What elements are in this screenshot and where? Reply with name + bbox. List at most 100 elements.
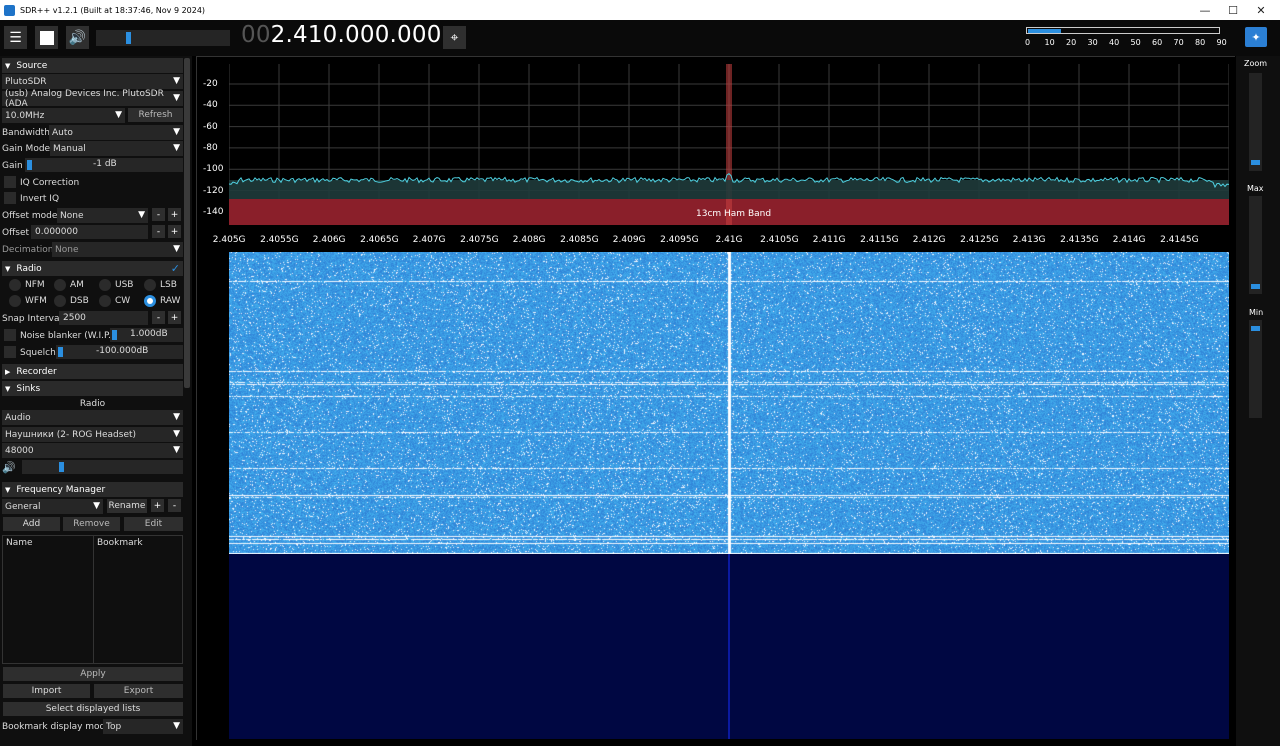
decimation-select[interactable]: None ▼ [52, 242, 183, 257]
sink-rate-select[interactable]: 48000 ▼ [2, 443, 183, 458]
snr-tick-label: 10 [1044, 38, 1055, 47]
zoom-knob[interactable] [1251, 160, 1260, 165]
sink-device-select[interactable]: Наушники (2- ROG Headset) ▼ [2, 427, 183, 442]
offset-mode-select[interactable]: None ▼ [57, 208, 148, 223]
sdrpp-logo-icon[interactable]: ✦ [1245, 27, 1267, 47]
squelch-slider[interactable]: -100.000dB [56, 345, 183, 359]
import-button[interactable]: Import [3, 684, 90, 698]
max-label: Max [1247, 184, 1264, 193]
min-knob[interactable] [1251, 326, 1260, 331]
offset-minus-button[interactable]: - [152, 225, 165, 238]
gain-slider[interactable]: -1 dB [25, 158, 183, 172]
x-tick-label: 2.4095G [660, 235, 699, 245]
source-header-label: Source [16, 60, 48, 71]
bandwidth-select[interactable]: Auto ▼ [49, 125, 183, 140]
snr-tick-label: 80 [1195, 38, 1206, 47]
decimation-value: None [55, 244, 79, 255]
max-knob[interactable] [1251, 284, 1260, 289]
max-slider[interactable] [1249, 196, 1262, 294]
menu-icon[interactable]: ☰ [4, 26, 27, 49]
device-select[interactable]: (usb) Analog Devices Inc. PlutoSDR (ADA ▼ [2, 89, 183, 109]
volume-knob[interactable] [126, 32, 131, 44]
stop-button[interactable] [35, 26, 58, 49]
menu-scrollbar[interactable] [184, 58, 190, 388]
offset-mode-plus-button[interactable]: + [168, 208, 181, 221]
iq-correction-checkbox[interactable] [4, 176, 16, 188]
offset-mode-minus-button[interactable]: - [152, 208, 165, 221]
noise-blanker-knob[interactable] [112, 330, 117, 340]
invert-iq-checkbox[interactable] [4, 192, 16, 204]
squelch-checkbox[interactable] [4, 346, 16, 358]
freqmgr-header[interactable]: ▼ Frequency Manager [2, 482, 183, 497]
edit-bookmark-button[interactable]: Edit [124, 517, 183, 531]
min-slider[interactable] [1249, 320, 1262, 418]
frequency-value[interactable]: 2.410.000.000 [271, 22, 442, 48]
column-bookmark[interactable]: Bookmark [94, 536, 143, 550]
minimize-button[interactable]: — [1190, 0, 1220, 20]
zoom-slider[interactable] [1249, 73, 1262, 171]
waterfall[interactable] [229, 252, 1229, 554]
export-button[interactable]: Export [94, 684, 183, 698]
squelch-knob[interactable] [58, 347, 63, 357]
invert-iq-label: Invert IQ [20, 193, 60, 204]
speaker-icon[interactable]: 🔊 [66, 26, 89, 49]
remove-bookmark-button[interactable]: Remove [63, 517, 120, 531]
iq-correction-row: IQ Correction [20, 175, 140, 190]
waterfall-empty[interactable] [229, 554, 1229, 739]
apply-button[interactable]: Apply [3, 667, 183, 681]
radio-mode-nfm[interactable] [9, 279, 21, 291]
add-bookmark-button[interactable]: Add [3, 517, 60, 531]
sinks-header[interactable]: ▼ Sinks [2, 381, 183, 396]
radio-header[interactable]: ▼ Radio ✓ [2, 261, 183, 276]
sink-volume-slider[interactable] [22, 460, 183, 474]
column-name[interactable]: Name [3, 536, 33, 550]
radio-mode-usb[interactable] [99, 279, 111, 291]
snr-tick-label: 20 [1066, 38, 1077, 47]
x-tick-label: 2.4075G [460, 235, 499, 245]
radio-mode-am[interactable] [54, 279, 66, 291]
center-tuning-icon[interactable]: ⌖ [443, 26, 466, 49]
vfo-marker[interactable] [726, 64, 732, 225]
refresh-button[interactable]: Refresh [128, 108, 183, 122]
radio-mode-wfm[interactable] [9, 295, 21, 307]
recorder-header-label: Recorder [16, 366, 57, 377]
radio-mode-dsb[interactable] [54, 295, 66, 307]
maximize-button[interactable]: ☐ [1218, 0, 1248, 20]
samplerate-select[interactable]: 10.0MHz ▼ [2, 108, 125, 123]
gainmode-select[interactable]: Manual ▼ [50, 141, 183, 156]
bookmark-table[interactable]: Name Bookmark [2, 535, 183, 664]
fft-spectrum[interactable]: 13cm Ham Band [229, 64, 1229, 225]
dropdown-arrow-icon: ▼ [173, 93, 180, 103]
x-tick-label: 2.409G [612, 235, 646, 245]
add-list-button[interactable]: + [151, 499, 164, 512]
source-header[interactable]: ▼ Source [2, 58, 183, 73]
snap-input[interactable]: 2500 [59, 311, 148, 325]
volume-slider[interactable] [96, 30, 230, 46]
snap-minus-button[interactable]: - [152, 311, 165, 324]
gain-knob[interactable] [27, 160, 32, 170]
radio-mode-raw[interactable] [144, 295, 156, 307]
recorder-header[interactable]: ▶ Recorder [2, 364, 183, 379]
sink-volume-knob[interactable] [59, 462, 64, 472]
dropdown-arrow-icon: ▼ [115, 110, 122, 120]
bookmark-list-select[interactable]: General ▼ [2, 499, 103, 514]
source-select[interactable]: PlutoSDR ▼ [2, 74, 183, 89]
remove-list-button[interactable]: - [168, 499, 181, 512]
snap-plus-button[interactable]: + [168, 311, 181, 324]
display-mode-select[interactable]: Top ▼ [103, 719, 183, 734]
radio-mode-cw[interactable] [99, 295, 111, 307]
close-button[interactable]: ✕ [1246, 0, 1276, 20]
rename-button[interactable]: Rename [107, 499, 147, 513]
speaker-icon[interactable]: 🔊 [2, 461, 16, 474]
offset-input[interactable]: 0.000000 [31, 225, 148, 239]
frequency-display[interactable]: 002.410.000.000 [241, 22, 442, 48]
offset-plus-button[interactable]: + [168, 225, 181, 238]
noise-blanker-slider[interactable]: 1.000dB [110, 328, 183, 342]
x-tick-label: 2.4115G [860, 235, 899, 245]
select-displayed-lists-button[interactable]: Select displayed lists [3, 702, 183, 716]
source-select-value: PlutoSDR [5, 76, 47, 87]
sink-type-select[interactable]: Audio ▼ [2, 410, 183, 425]
noise-blanker-checkbox[interactable] [4, 329, 16, 341]
radio-mode-lsb[interactable] [144, 279, 156, 291]
checkmark-icon[interactable]: ✓ [171, 262, 180, 275]
